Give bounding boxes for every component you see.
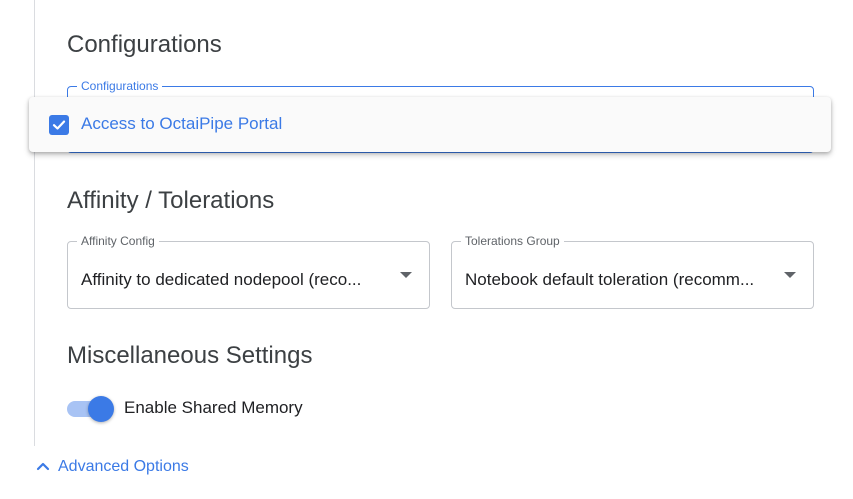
- section-divider: [34, 0, 35, 446]
- menu-item-octaipipe-portal[interactable]: Access to OctaiPipe Portal: [29, 97, 831, 152]
- toggle-thumb[interactable]: [88, 396, 114, 422]
- checkbox-checked-icon[interactable]: [49, 115, 69, 135]
- affinity-config-value: Affinity to dedicated nodepool (reco...: [81, 270, 362, 289]
- shared-memory-label: Enable Shared Memory: [124, 398, 303, 417]
- configurations-dropdown-menu: Access to OctaiPipe Portal: [29, 97, 831, 152]
- menu-item-label: Access to OctaiPipe Portal: [81, 114, 283, 133]
- shared-memory-toggle[interactable]: [67, 395, 115, 423]
- chevron-up-icon: [36, 458, 50, 476]
- tolerations-group-select[interactable]: Tolerations Group Notebook default toler…: [451, 234, 814, 309]
- configurations-field-label: Configurations: [77, 79, 163, 93]
- affinity-tolerations-title: Affinity / Tolerations: [67, 187, 275, 214]
- tolerations-group-label: Tolerations Group: [461, 234, 564, 248]
- affinity-config-label: Affinity Config: [77, 234, 159, 248]
- configurations-title: Configurations: [67, 31, 222, 58]
- misc-settings-title: Miscellaneous Settings: [67, 342, 313, 369]
- dropdown-caret-icon[interactable]: [400, 272, 412, 278]
- advanced-options-button[interactable]: Advanced Options: [36, 457, 189, 477]
- affinity-config-select[interactable]: Affinity Config Affinity to dedicated no…: [67, 234, 430, 309]
- dropdown-caret-icon[interactable]: [784, 272, 796, 278]
- advanced-options-label: Advanced Options: [58, 458, 189, 475]
- tolerations-group-value: Notebook default toleration (recomm...: [465, 270, 755, 289]
